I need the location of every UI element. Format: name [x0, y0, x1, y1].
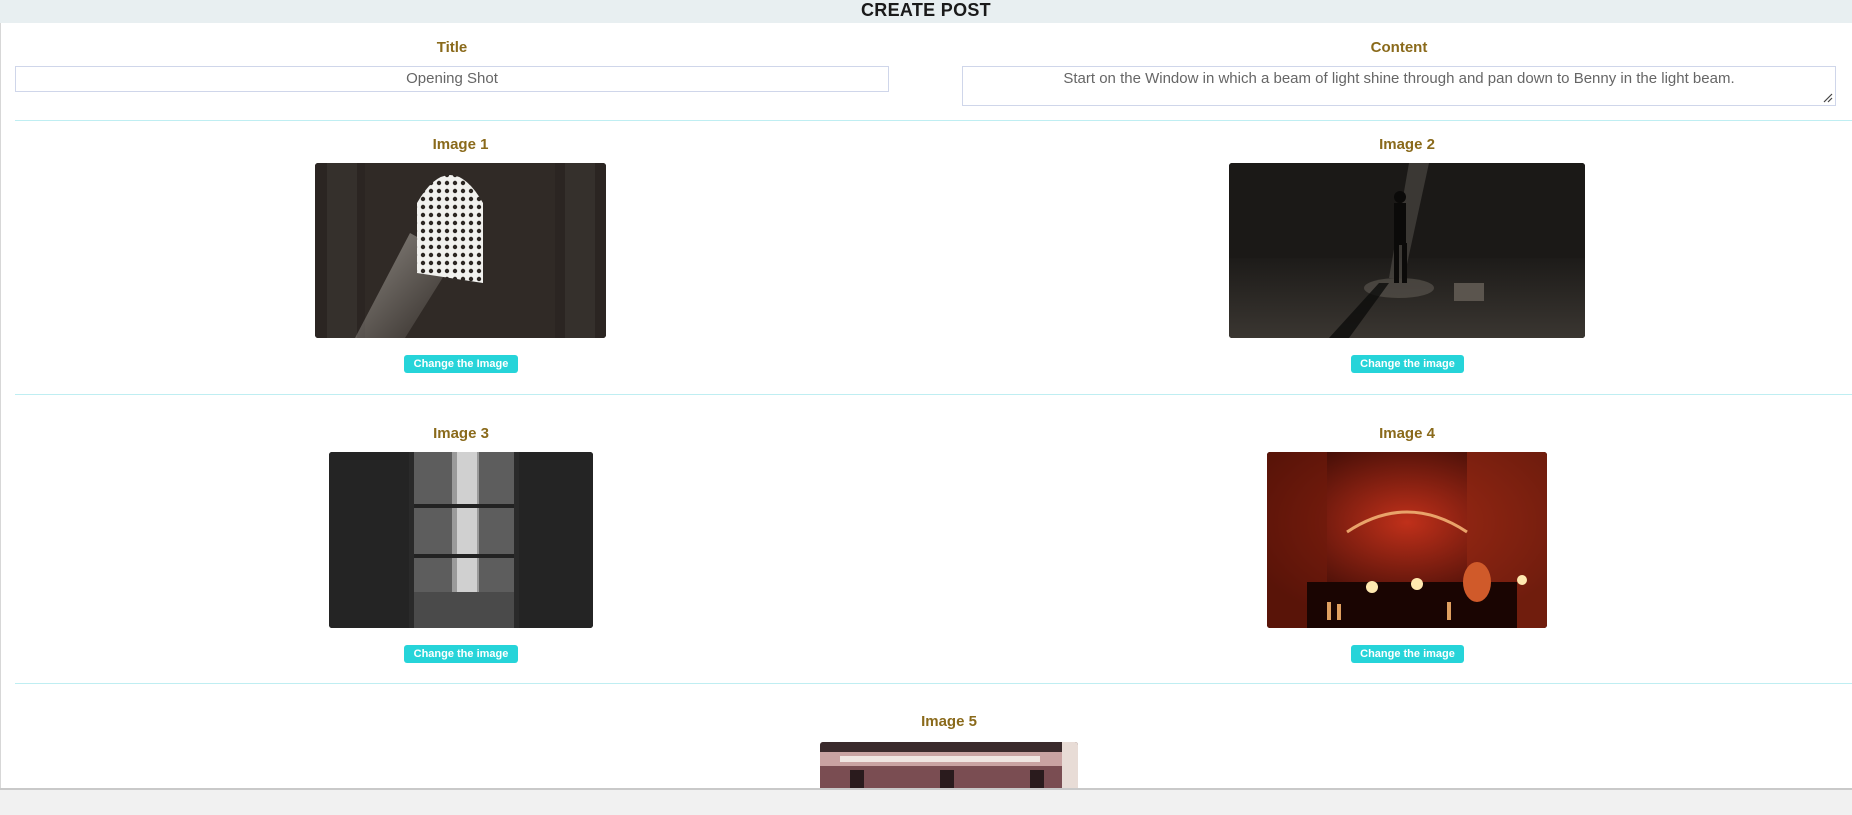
image-3-label: Image 3	[433, 425, 489, 442]
content-textarea[interactable]: Start on the Window in which a beam of l…	[962, 66, 1836, 106]
image-4-label: Image 4	[1379, 425, 1435, 442]
curtained-window-image	[329, 452, 593, 628]
change-image-3-button[interactable]: Change the image	[404, 645, 518, 663]
image-1-label: Image 1	[432, 136, 489, 153]
image-4	[1267, 452, 1547, 628]
divider	[15, 394, 1852, 395]
change-image-1-button[interactable]: Change the Image	[404, 355, 518, 373]
image-5-label: Image 5	[921, 713, 977, 730]
change-image-4-button[interactable]: Change the image	[1351, 645, 1464, 663]
building-facade-image	[820, 742, 1078, 788]
title-label: Title	[436, 39, 468, 56]
image-2-label: Image 2	[1379, 136, 1435, 153]
change-image-2-button[interactable]: Change the image	[1351, 355, 1464, 373]
title-input[interactable]: Opening Shot	[15, 66, 889, 92]
bottom-border	[0, 788, 1852, 815]
image-5	[820, 742, 1078, 788]
man-in-light-beam-image	[1229, 163, 1585, 338]
red-bar-interior-image	[1267, 452, 1547, 628]
image-2	[1229, 163, 1585, 338]
divider	[15, 683, 1852, 684]
create-post-page: CREATE POST Title Opening Shot Content S…	[0, 0, 1852, 815]
image-3	[329, 452, 593, 628]
content-text: Start on the Window in which a beam of l…	[1063, 70, 1735, 87]
window-light-beam-image	[315, 163, 606, 338]
divider	[15, 120, 1852, 121]
content-label: Content	[1370, 39, 1428, 56]
left-border	[0, 23, 1, 788]
resize-grip-icon[interactable]	[1823, 93, 1833, 103]
image-1	[315, 163, 606, 338]
page-title: CREATE POST	[0, 0, 1852, 23]
